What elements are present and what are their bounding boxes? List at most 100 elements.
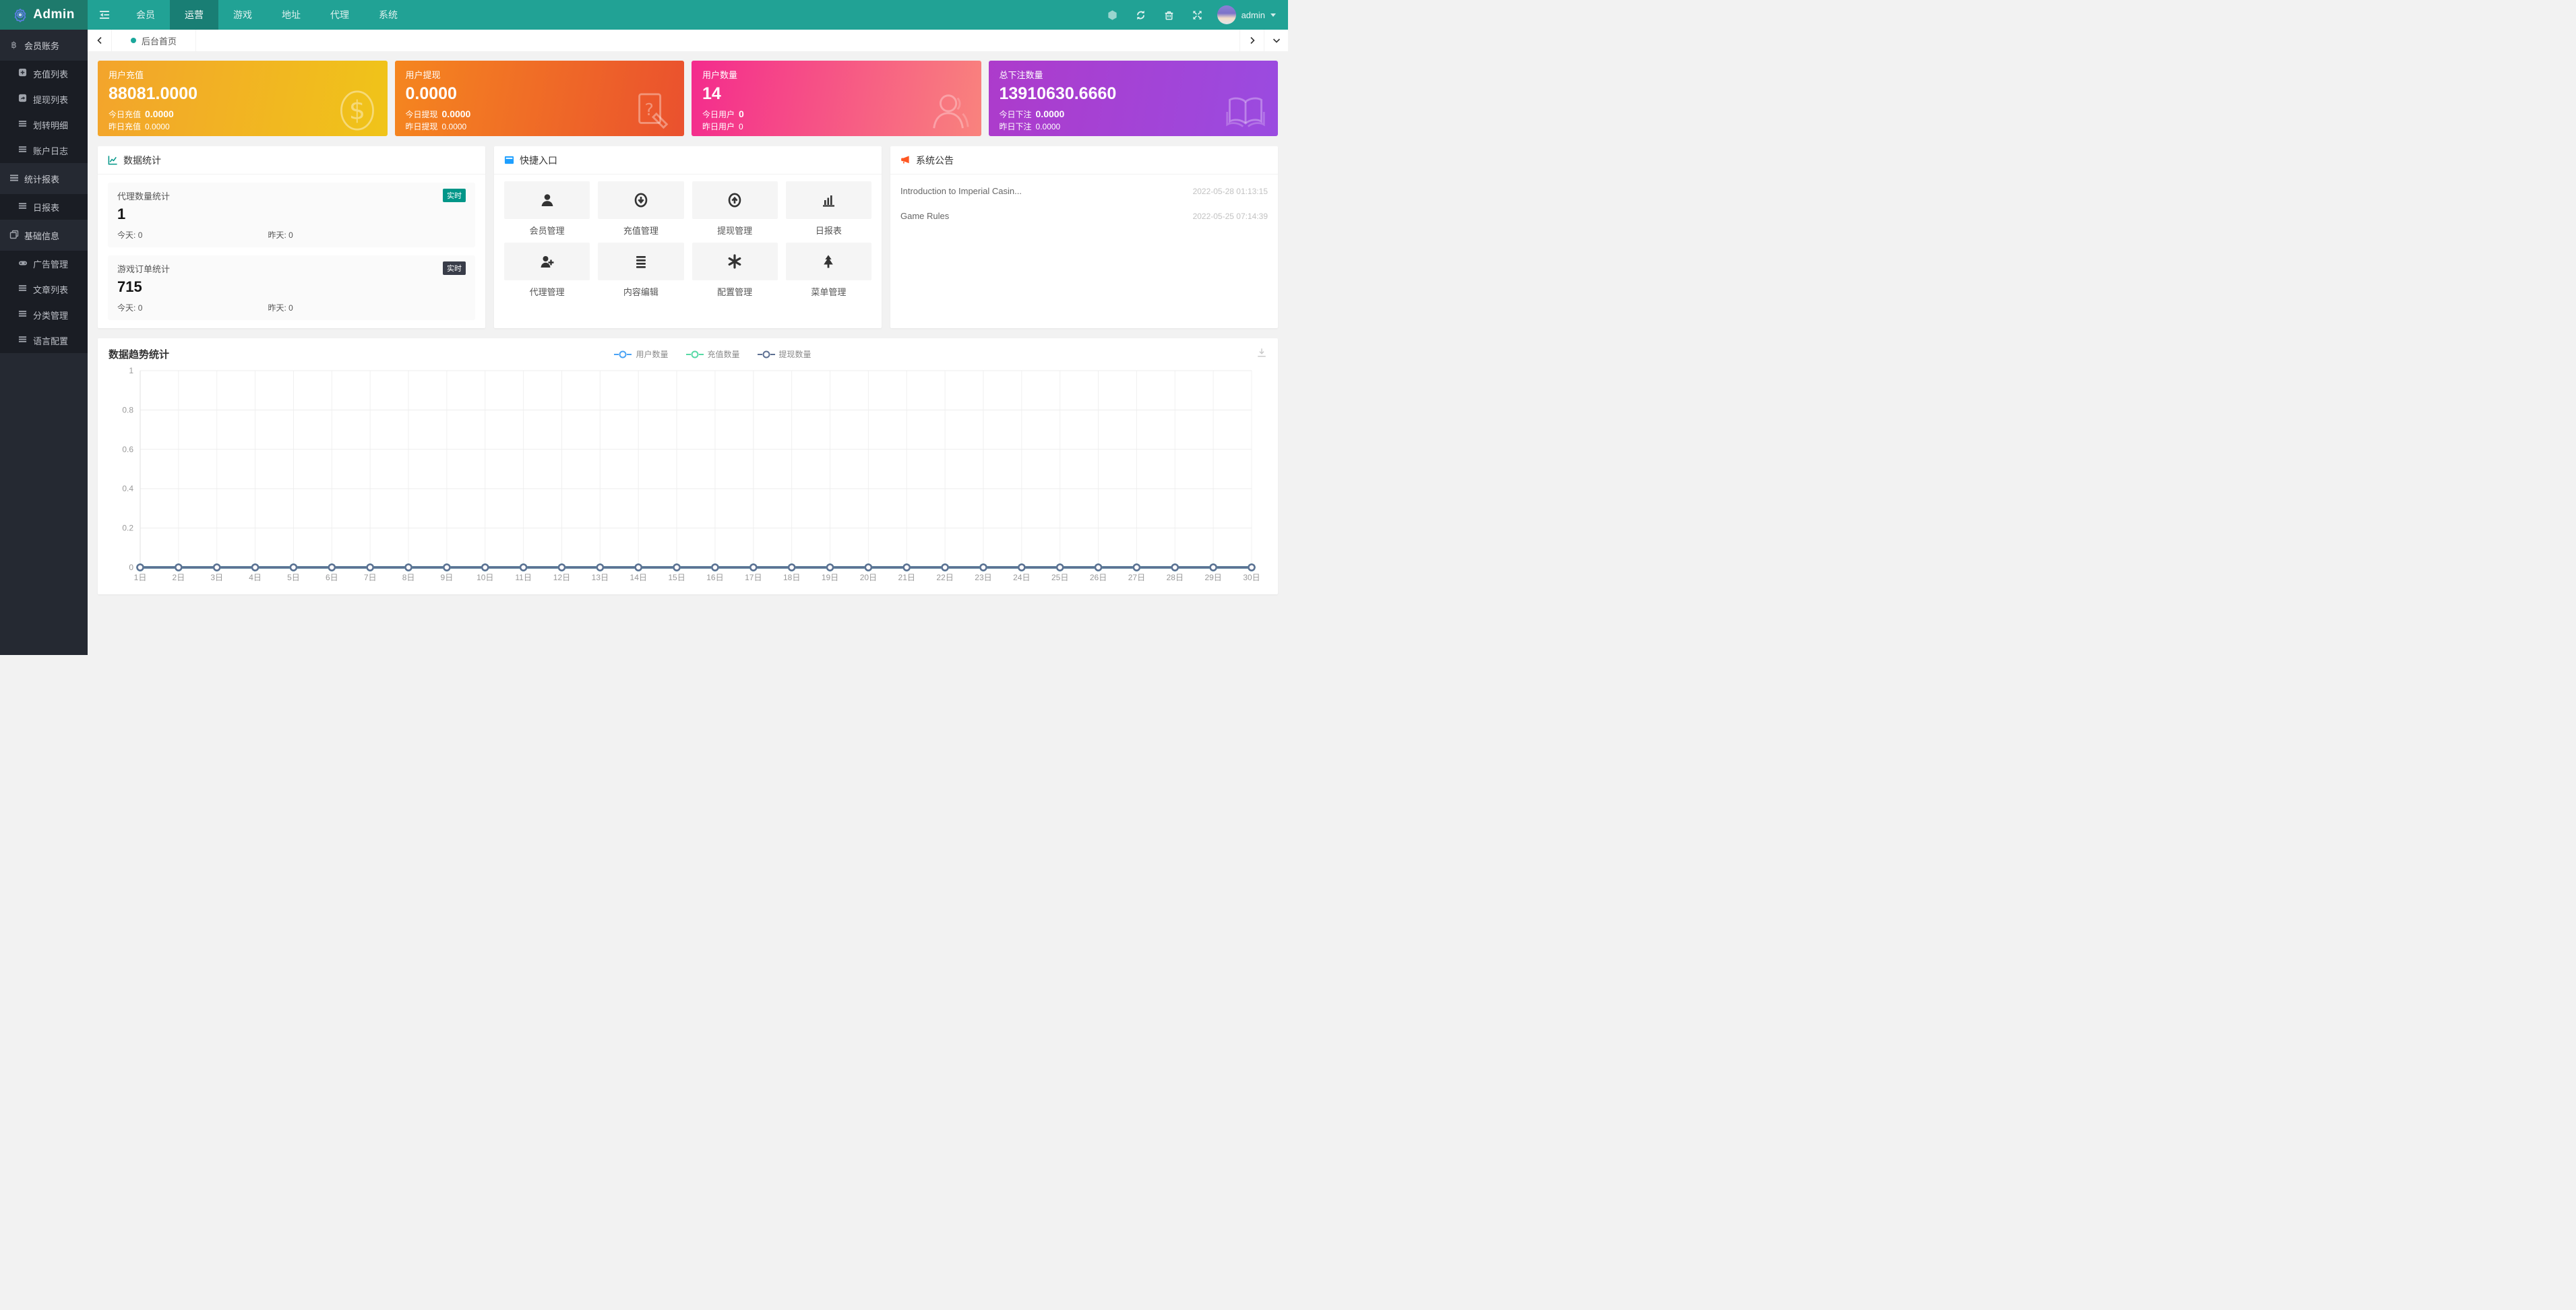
list-icon xyxy=(18,284,28,294)
user-icon xyxy=(539,192,555,208)
user-menu[interactable]: admin xyxy=(1212,0,1288,30)
quick-content-edit[interactable]: 内容编辑 xyxy=(598,243,683,298)
sidebar: ฿ 会员账务 充值列表 提现列表 划转明细 账户日志 xyxy=(0,30,88,655)
share-icon xyxy=(18,94,28,104)
nav-item-game[interactable]: 游戏 xyxy=(218,0,267,30)
legend-withdraw-count[interactable]: 提现数量 xyxy=(758,348,811,360)
sidebar-toggle-button[interactable] xyxy=(88,0,121,30)
quick-daily-report[interactable]: 日报表 xyxy=(786,181,871,237)
trash-button[interactable] xyxy=(1155,0,1184,30)
stat-card-user-withdraw[interactable]: 用户提现 0.0000 今日提现0.0000 昨日提现0.0000 ? xyxy=(395,61,685,136)
svg-text:13日: 13日 xyxy=(592,573,609,582)
quick-config-manage[interactable]: 配置管理 xyxy=(692,243,778,298)
brand-logo[interactable]: Admin xyxy=(0,0,88,30)
main-area: 后台首页 用户充值 88081.0000 今日充值0.0000 昨日充值0.00… xyxy=(88,30,1288,655)
data-stats-header: 数据统计 xyxy=(98,146,485,175)
svg-text:22日: 22日 xyxy=(936,573,953,582)
quick-entry-grid: 会员管理 充值管理 提现管理 日报表 xyxy=(494,175,882,307)
sidebar-item-category-manage[interactable]: 分类管理 xyxy=(0,302,88,328)
svg-text:28日: 28日 xyxy=(1167,573,1184,582)
collapse-menu-icon xyxy=(98,9,111,21)
svg-text:25日: 25日 xyxy=(1051,573,1068,582)
username: admin xyxy=(1241,10,1265,20)
list-icon xyxy=(18,145,28,156)
arrow-circle-down-icon xyxy=(633,192,649,208)
tabs-menu-button[interactable] xyxy=(1264,30,1288,51)
quick-recharge-manage[interactable]: 充值管理 xyxy=(598,181,683,237)
svg-text:30日: 30日 xyxy=(1243,573,1260,582)
sidebar-item-stats-report[interactable]: 统计报表 xyxy=(0,163,88,194)
agent-count-value: 1 xyxy=(117,206,466,223)
svg-text:14日: 14日 xyxy=(630,573,647,582)
dashboard-content: 用户充值 88081.0000 今日充值0.0000 昨日充值0.0000 $ … xyxy=(88,51,1288,604)
svg-text:0.4: 0.4 xyxy=(122,484,133,493)
sidebar-item-language-config[interactable]: 语言配置 xyxy=(0,328,88,353)
sidebar-item-member-accounts[interactable]: ฿ 会员账务 xyxy=(0,30,88,61)
fullscreen-icon xyxy=(1192,9,1203,21)
svg-text:19日: 19日 xyxy=(822,573,838,582)
notice-item[interactable]: Game Rules 2022-05-25 07:14:39 xyxy=(900,204,1268,228)
user-plus-icon xyxy=(539,253,555,270)
svg-text:11日: 11日 xyxy=(515,573,531,582)
quick-member-manage[interactable]: 会员管理 xyxy=(504,181,590,237)
sidebar-item-withdraw-list[interactable]: 提现列表 xyxy=(0,86,88,112)
nav-item-operation[interactable]: 运营 xyxy=(170,0,218,30)
window-icon xyxy=(504,155,514,165)
sidebar-item-recharge-list[interactable]: 充值列表 xyxy=(0,61,88,86)
system-notice-header: 系统公告 xyxy=(890,146,1278,175)
list-icon xyxy=(18,119,28,130)
svg-text:1日: 1日 xyxy=(134,573,147,582)
active-tab-dot xyxy=(131,38,136,43)
list-icon xyxy=(18,309,28,320)
dollar-icon: $ xyxy=(338,89,377,132)
copy-icon xyxy=(9,230,19,241)
legend-user-count[interactable]: 用户数量 xyxy=(614,348,668,360)
quick-withdraw-manage[interactable]: 提现管理 xyxy=(692,181,778,237)
system-notice-panel: 系统公告 Introduction to Imperial Casin... 2… xyxy=(890,146,1278,328)
legend-marker-icon xyxy=(686,350,704,358)
svg-text:1: 1 xyxy=(129,366,133,375)
game-order-value: 715 xyxy=(117,278,466,296)
stat-card-user-count[interactable]: 用户数量 14 今日用户0 昨日用户0 xyxy=(692,61,981,136)
svg-text:18日: 18日 xyxy=(783,573,800,582)
sidebar-item-article-list[interactable]: 文章列表 xyxy=(0,276,88,302)
stat-card-total-bets[interactable]: 总下注数量 13910630.6660 今日下注0.0000 昨日下注0.000… xyxy=(989,61,1279,136)
document-question-icon: ? xyxy=(632,90,673,132)
tabs-scroll-right-button[interactable] xyxy=(1239,30,1264,51)
trash-icon xyxy=(1163,9,1175,21)
legend-recharge-count[interactable]: 充值数量 xyxy=(686,348,740,360)
nav-item-agent[interactable]: 代理 xyxy=(315,0,364,30)
chart-title: 数据趋势统计 xyxy=(109,347,169,361)
sidebar-item-ad-manage[interactable]: 广告管理 xyxy=(0,251,88,276)
quick-agent-manage[interactable]: 代理管理 xyxy=(504,243,590,298)
svg-text:4日: 4日 xyxy=(249,573,262,582)
tree-icon xyxy=(820,253,836,270)
tab-home[interactable]: 后台首页 xyxy=(112,30,196,51)
svg-text:10日: 10日 xyxy=(477,573,493,582)
realtime-badge: 实时 xyxy=(443,261,466,275)
stat-card-user-recharge[interactable]: 用户充值 88081.0000 今日充值0.0000 昨日充值0.0000 $ xyxy=(98,61,388,136)
quick-menu-manage[interactable]: 菜单管理 xyxy=(786,243,871,298)
sidebar-item-daily-report[interactable]: 日报表 xyxy=(0,194,88,220)
sidebar-item-transfer-detail[interactable]: 划转明细 xyxy=(0,112,88,137)
open-book-icon xyxy=(1224,93,1267,132)
nav-item-address[interactable]: 地址 xyxy=(267,0,315,30)
svg-text:16日: 16日 xyxy=(706,573,723,582)
chevron-down-icon xyxy=(1270,13,1276,17)
tab-bar: 后台首页 xyxy=(88,30,1288,51)
notice-item[interactable]: Introduction to Imperial Casin... 2022-0… xyxy=(900,179,1268,204)
avatar xyxy=(1217,5,1236,24)
sidebar-item-account-log[interactable]: 账户日志 xyxy=(0,137,88,163)
trend-line-chart[interactable]: 00.20.40.60.811日2日3日4日5日6日7日8日9日10日11日12… xyxy=(108,365,1268,588)
svg-text:8日: 8日 xyxy=(402,573,415,582)
nav-item-system[interactable]: 系统 xyxy=(364,0,412,30)
svg-text:5日: 5日 xyxy=(287,573,300,582)
sidebar-item-basic-info[interactable]: 基础信息 xyxy=(0,220,88,251)
fullscreen-button[interactable] xyxy=(1184,0,1212,30)
nav-item-member[interactable]: 会员 xyxy=(121,0,170,30)
hexagon-button[interactable] xyxy=(1099,0,1127,30)
tabs-scroll-left-button[interactable] xyxy=(88,30,112,51)
svg-text:$: $ xyxy=(348,96,365,125)
refresh-button[interactable] xyxy=(1127,0,1155,30)
chart-download-button[interactable] xyxy=(1256,347,1267,361)
